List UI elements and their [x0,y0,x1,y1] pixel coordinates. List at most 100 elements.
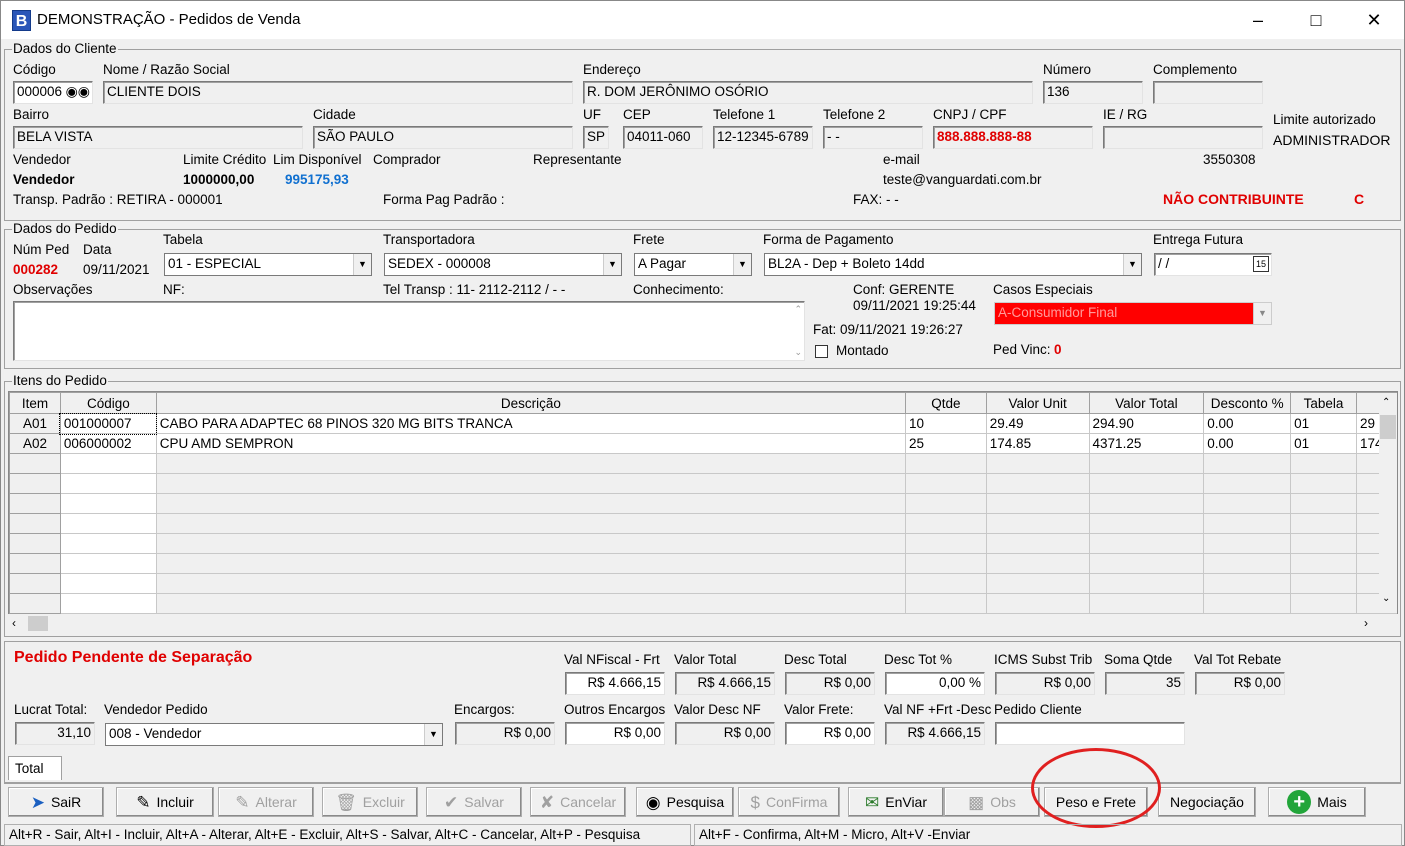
outros-encargos-field[interactable]: R$ 0,00 [565,722,665,745]
table-cell[interactable]: CPU AMD SEMPRON [155,433,907,454]
table-cell[interactable] [1203,593,1292,614]
val-nf-frt-field[interactable]: R$ 4.666,15 [885,722,985,745]
table-cell[interactable] [905,473,987,494]
scroll-thumb[interactable] [1380,415,1396,439]
table-cell[interactable] [59,513,157,534]
salvar-button[interactable]: ✔ Salvar [426,787,522,817]
alterar-button[interactable]: ✎ Alterar [218,787,314,817]
table-cell[interactable]: CABO PARA ADAPTEC 68 PINOS 320 MG BITS T… [155,413,907,434]
table-cell[interactable] [1088,493,1205,514]
table-cell[interactable]: 01 [1290,413,1357,434]
scroll-down-icon[interactable]: ⌄ [794,347,802,358]
table-cell[interactable] [1088,453,1205,474]
lucrat-total-field[interactable]: 31,10 [15,722,95,745]
minimize-icon[interactable]: – [1229,1,1287,39]
table-cell[interactable]: 001000007 [59,412,158,435]
excluir-button[interactable]: 🗑 Excluir [322,787,418,817]
table-cell[interactable] [1203,573,1292,594]
table-cell[interactable] [1088,553,1205,574]
bairro-field[interactable]: BELA VISTA [13,126,303,149]
table-cell[interactable]: 4371.25 [1088,433,1205,454]
table-cell[interactable] [9,453,61,474]
soma-qtde-field[interactable]: 35 [1105,672,1185,695]
table-cell[interactable] [905,593,987,614]
cep-field[interactable]: 04011-060 [623,126,703,149]
table-cell[interactable] [155,533,907,554]
chevron-down-icon[interactable]: ▼ [1253,303,1271,324]
cnpj-field[interactable]: 888.888.888-88 [933,126,1093,149]
table-cell[interactable] [1088,533,1205,554]
valor-desc-nf-field[interactable]: R$ 0,00 [675,722,775,745]
table-cell[interactable] [905,493,987,514]
close-icon[interactable]: ✕ [1345,1,1403,39]
nome-field[interactable]: CLIENTE DOIS [103,81,573,104]
table-cell[interactable]: 29.49 [985,413,1090,434]
table-cell[interactable] [1290,533,1357,554]
table-row[interactable] [9,553,1397,574]
column-header[interactable]: Tabela [1290,392,1357,414]
encargos-field[interactable]: R$ 0,00 [455,722,555,745]
table-cell[interactable] [905,533,987,554]
table-cell[interactable] [985,573,1090,594]
transportadora-select[interactable]: SEDEX - 000008 ▼ [384,253,622,276]
column-header[interactable]: Código [59,392,157,414]
table-cell[interactable] [9,513,61,534]
mais-button[interactable]: + Mais [1268,787,1366,817]
table-cell[interactable] [985,493,1090,514]
calendar-icon[interactable]: 15 [1253,256,1269,272]
column-header[interactable]: Descrição [155,392,907,414]
pesquisa-button[interactable]: ◉ Pesquisa [636,787,734,817]
column-header[interactable]: Qtde [905,392,987,414]
icms-field[interactable]: R$ 0,00 [995,672,1095,695]
table-cell[interactable] [985,453,1090,474]
table-cell[interactable] [59,493,157,514]
table-cell[interactable] [905,513,987,534]
valor-total-field[interactable]: R$ 4.666,15 [675,672,775,695]
table-cell[interactable]: 006000002 [59,433,157,454]
chevron-down-icon[interactable]: ▼ [1123,254,1141,275]
table-cell[interactable] [9,493,61,514]
table-cell[interactable]: 25 [905,433,987,454]
chevron-down-icon[interactable]: ▼ [733,254,751,275]
table-cell[interactable] [985,593,1090,614]
table-cell[interactable]: A02 [9,433,61,454]
table-cell[interactable] [1290,593,1357,614]
table-cell[interactable]: 0.00 [1203,413,1292,434]
chevron-down-icon[interactable]: ▼ [424,724,442,745]
table-cell[interactable] [9,533,61,554]
table-cell[interactable] [9,553,61,574]
observacoes-textarea[interactable]: ⌃ ⌄ [13,301,805,361]
itens-grid[interactable]: Item Código Descrição Qtde Valor Unit Valor T… [8,391,1398,615]
table-cell[interactable] [9,473,61,494]
table-cell[interactable]: 174.85 [985,433,1090,454]
table-row[interactable] [9,473,1397,494]
desc-tot-pct-field[interactable]: 0,00 % [885,672,985,695]
table-cell[interactable] [155,513,907,534]
table-cell[interactable] [59,553,157,574]
table-cell[interactable] [1088,593,1205,614]
enviar-button[interactable]: ✉ EnViar [848,787,944,817]
column-header[interactable]: Valor Total [1088,392,1205,414]
table-row[interactable] [9,593,1397,614]
maximize-icon[interactable]: □ [1287,1,1345,39]
table-cell[interactable] [155,573,907,594]
negociacao-button[interactable]: Negociação [1158,787,1256,817]
chevron-down-icon[interactable]: ▼ [353,254,371,275]
table-cell[interactable] [985,533,1090,554]
forma-pagamento-select[interactable]: BL2A - Dep + Boleto 14dd ▼ [764,253,1142,276]
table-cell[interactable]: 01 [1290,433,1357,454]
table-cell[interactable] [9,593,61,614]
numero-field[interactable]: 136 [1043,81,1143,104]
tabela-select[interactable]: 01 - ESPECIAL ▼ [164,253,372,276]
chevron-down-icon[interactable]: ▼ [603,254,621,275]
table-cell[interactable] [1088,513,1205,534]
table-cell[interactable] [59,533,157,554]
table-cell[interactable] [985,513,1090,534]
endereco-field[interactable]: R. DOM JERÔNIMO OSÓRIO [583,81,1033,104]
desc-total-field[interactable]: R$ 0,00 [785,672,875,695]
confirma-button[interactable]: $ ConFirma [738,787,840,817]
table-cell[interactable] [1088,473,1205,494]
table-cell[interactable]: 294.90 [1088,413,1205,434]
vendedor-pedido-select[interactable]: 008 - Vendedor ▼ [105,723,443,746]
chevron-up-icon[interactable]: ⌃ [1382,397,1390,408]
